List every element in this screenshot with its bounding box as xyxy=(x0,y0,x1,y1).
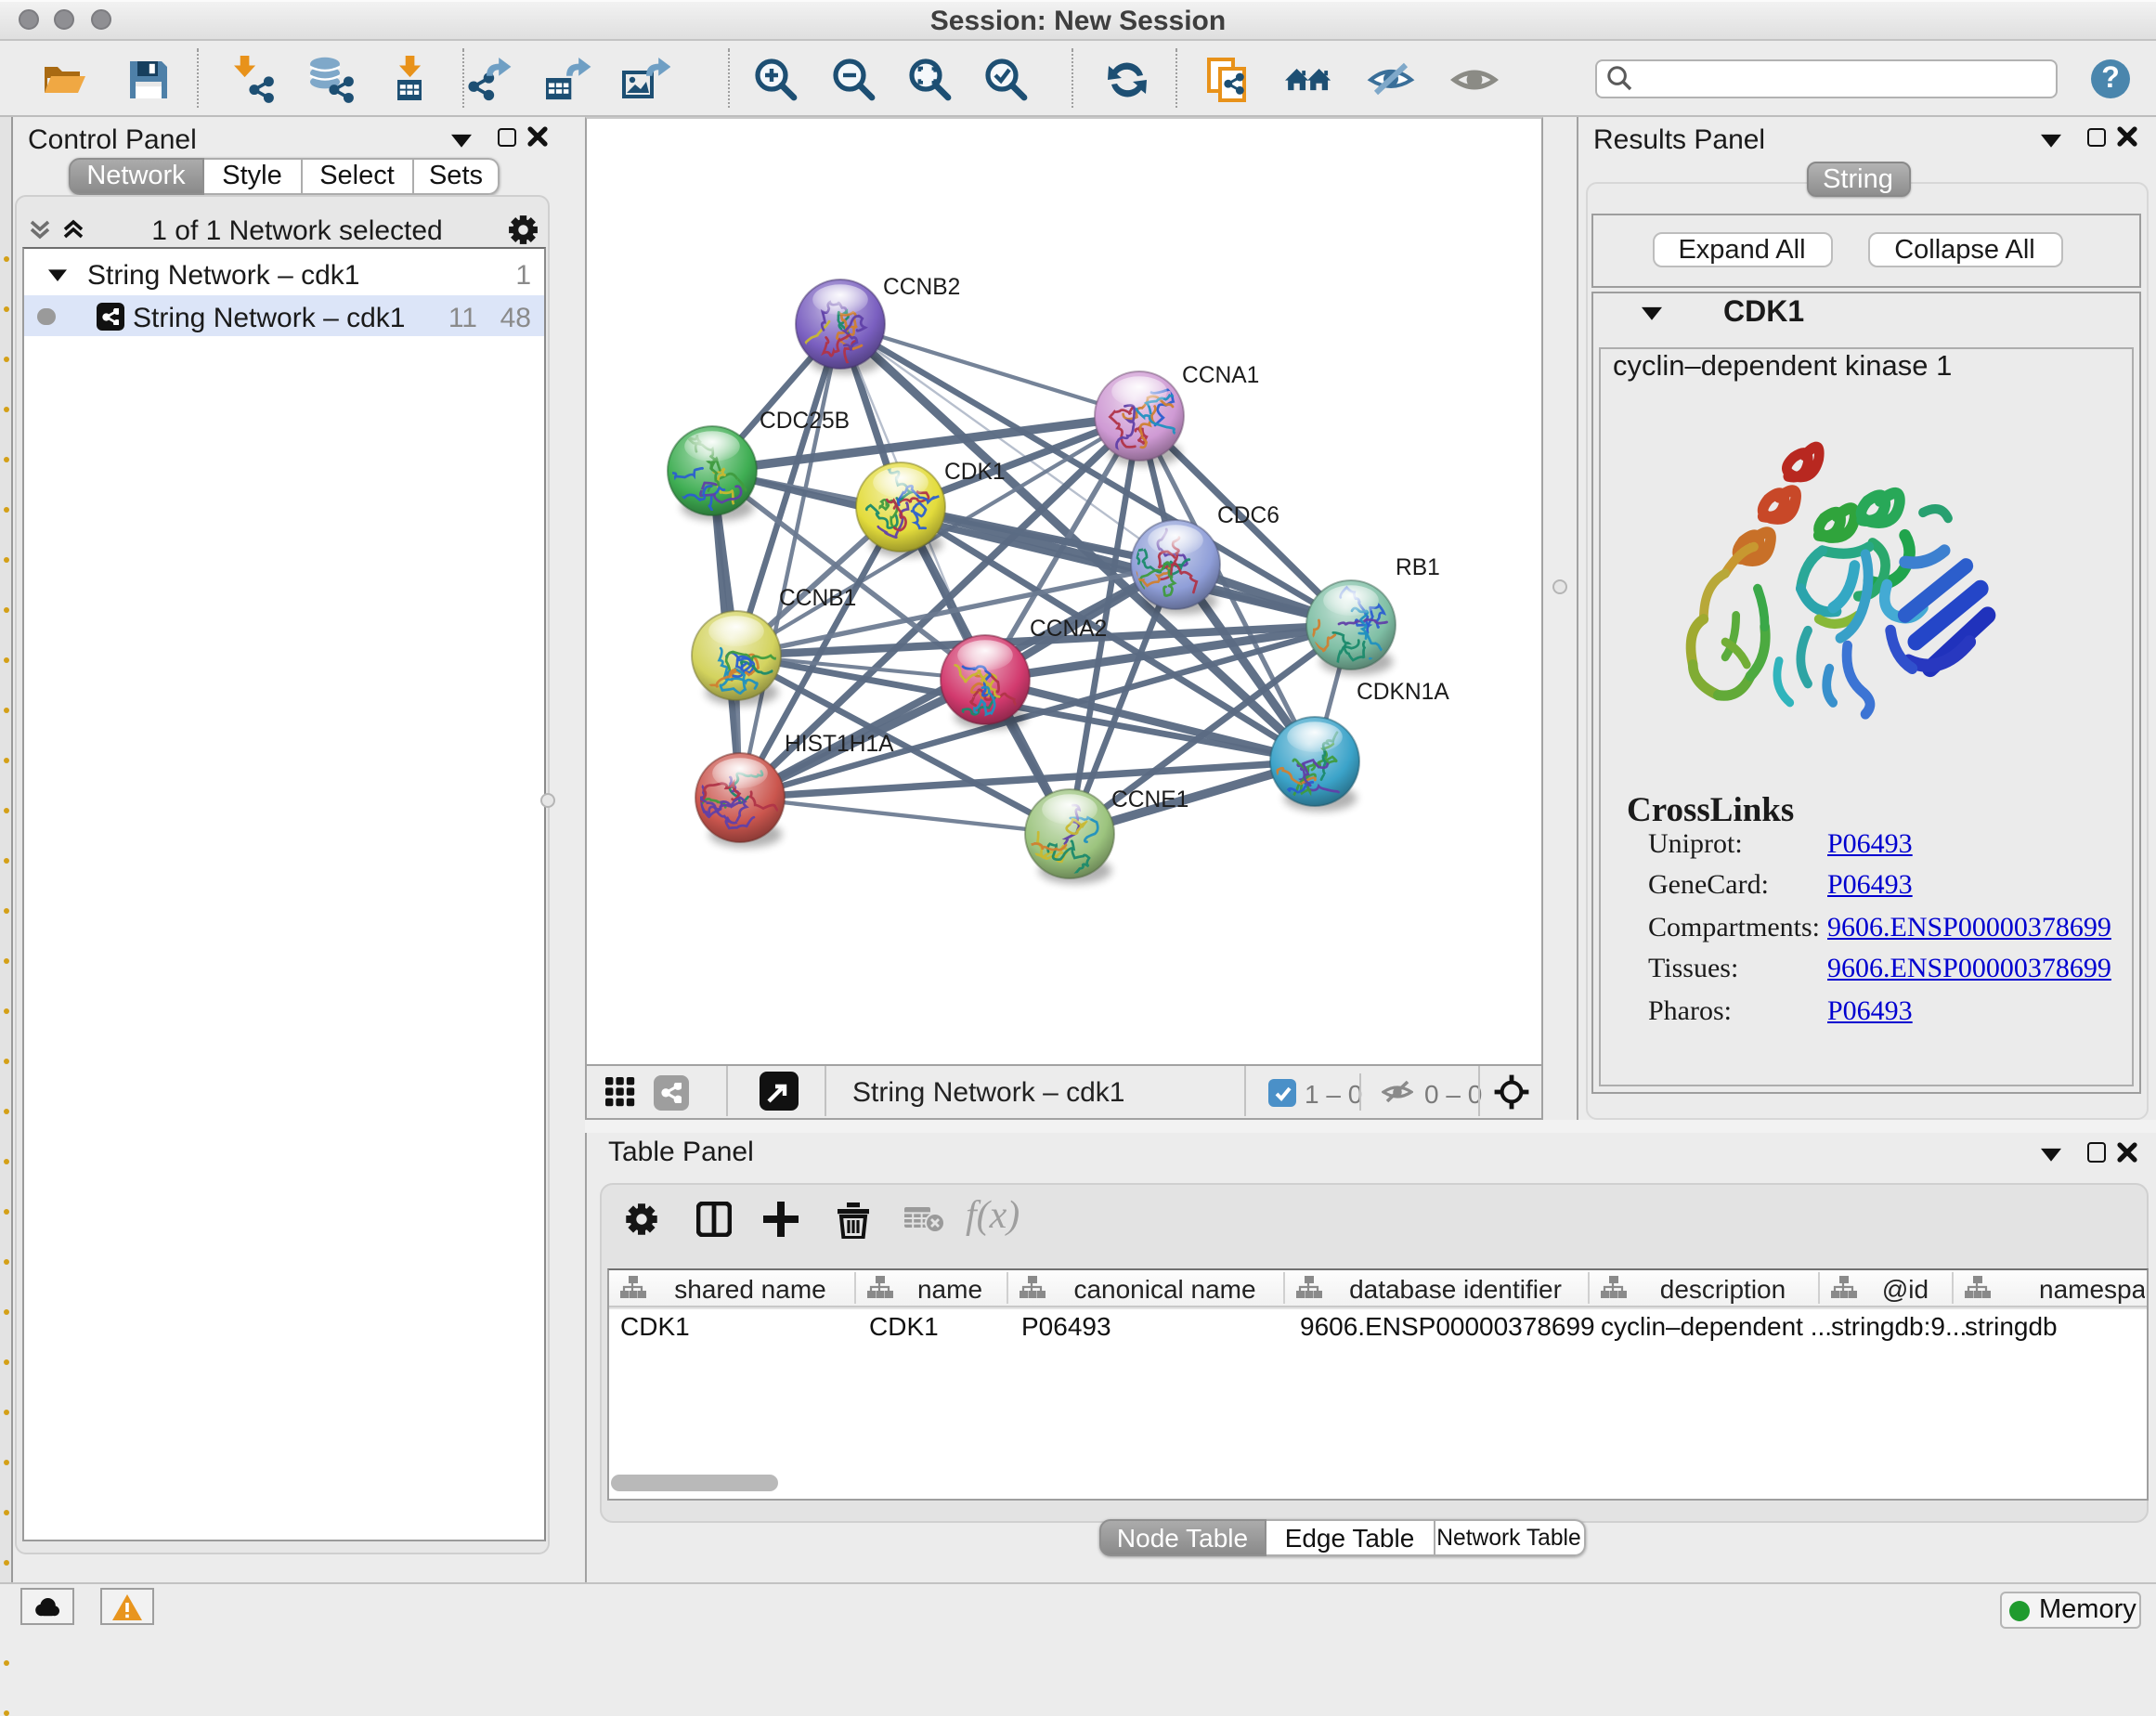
svg-text:CCNB1: CCNB1 xyxy=(778,586,855,611)
svg-text:CDC6: CDC6 xyxy=(1216,503,1279,528)
svg-text:HIST1H1A: HIST1H1A xyxy=(784,732,893,757)
svg-text:CCNA1: CCNA1 xyxy=(1181,363,1258,388)
svg-text:CDK1: CDK1 xyxy=(943,460,1005,485)
svg-text:CCNA2: CCNA2 xyxy=(1029,617,1106,642)
svg-text:CCNB2: CCNB2 xyxy=(882,275,959,300)
svg-text:CCNE1: CCNE1 xyxy=(1110,787,1188,812)
svg-text:CDKN1A: CDKN1A xyxy=(1356,680,1448,705)
svg-text:RB1: RB1 xyxy=(1395,555,1439,580)
svg-text:CDC25B: CDC25B xyxy=(759,409,849,434)
